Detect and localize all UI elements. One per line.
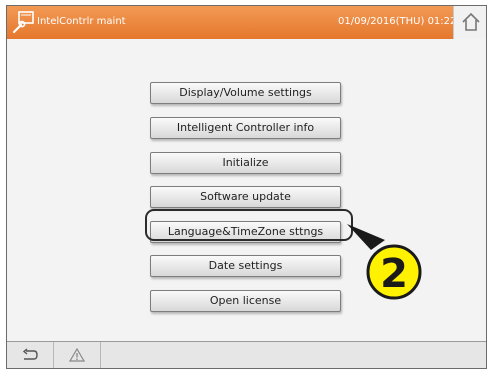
warning-triangle-icon — [69, 348, 85, 362]
settings-tool-icon — [11, 10, 35, 34]
date-settings-button[interactable]: Date settings — [150, 255, 341, 277]
highlight-ring — [145, 209, 353, 241]
date-time-display: 01/09/2016(THU) 01:22 — [338, 16, 457, 27]
home-button[interactable] — [453, 6, 486, 39]
controller-info-button[interactable]: Intelligent Controller info — [150, 117, 341, 139]
step-callout: 2 — [345, 222, 429, 302]
step-number: 2 — [380, 251, 408, 297]
page-title: IntelContrlr maint — [37, 16, 126, 27]
title-bar: IntelContrlr maint 01/09/2016(THU) 01:22 — [7, 6, 486, 39]
back-arrow-icon — [22, 348, 38, 360]
maintenance-screen: IntelContrlr maint 01/09/2016(THU) 01:22… — [6, 5, 487, 369]
display-volume-settings-button[interactable]: Display/Volume settings — [150, 82, 341, 104]
initialize-button[interactable]: Initialize — [150, 152, 341, 174]
software-update-button[interactable]: Software update — [150, 186, 341, 208]
bottom-bar — [7, 341, 486, 368]
open-license-button[interactable]: Open license — [150, 290, 341, 312]
home-icon — [462, 12, 480, 31]
warning-button[interactable] — [54, 342, 101, 368]
back-button[interactable] — [7, 342, 54, 368]
